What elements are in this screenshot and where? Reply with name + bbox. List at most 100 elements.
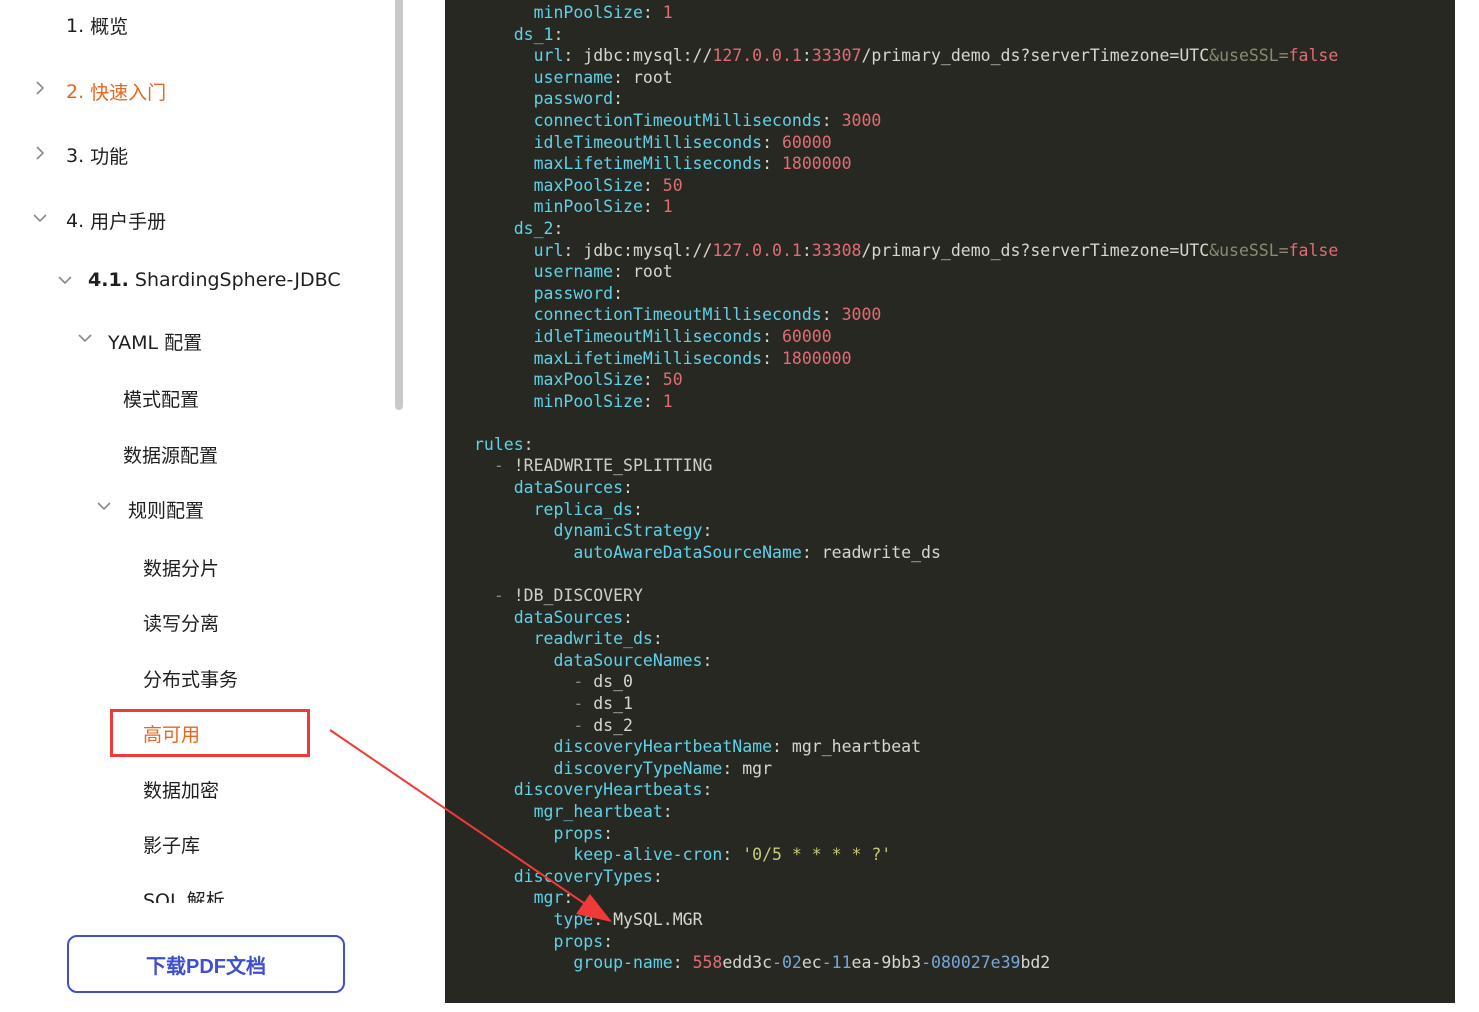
code-token: mgr: [533, 888, 564, 908]
sidebar-item-overview[interactable]: 1. 概览: [66, 12, 128, 39]
sidebar-item-yaml-config[interactable]: YAML 配置: [108, 328, 202, 355]
code-token: dataSources: [513, 607, 624, 627]
sidebar-item-label: YAML 配置: [108, 332, 203, 354]
code-line: password:: [474, 283, 1338, 305]
sidebar-item-user-manual[interactable]: 4. 用户手册: [66, 207, 166, 234]
code-line: minPoolSize: 1: [474, 2, 1338, 24]
code-line: minPoolSize: 1: [474, 196, 1338, 218]
sidebar-item-features[interactable]: 3. 功能: [66, 142, 128, 169]
sidebar-item-shardingsphere-jdbc[interactable]: 4.1. ShardingSphere-JDBC: [88, 269, 341, 291]
sidebar-item-number: 4.: [66, 209, 85, 232]
sidebar-item-shadow-db[interactable]: 影子库: [143, 831, 200, 858]
code-token: discoveryTypes: [513, 866, 653, 886]
code-token: ds_1: [593, 694, 633, 713]
code-line: minPoolSize: 1: [474, 391, 1338, 413]
chevron-right-icon[interactable]: [32, 80, 48, 96]
code-token: !READWRITE_SPLITTING: [513, 456, 713, 476]
code-line: type: MySQL.MGR: [474, 909, 1338, 931]
code-token: :: [722, 845, 743, 865]
code-line: - ds_0: [474, 671, 1338, 693]
sidebar-item-label: 影子库: [143, 835, 201, 857]
chevron-down-icon[interactable]: [32, 210, 48, 226]
code-token: :: [762, 154, 782, 174]
code-token: ds_1: [513, 24, 554, 44]
code-token: :: [652, 866, 663, 886]
code-token: connectionTimeoutMilliseconds: [533, 305, 822, 325]
code-token: :: [623, 478, 633, 498]
code-token: : jdbc:mysql://: [563, 46, 713, 66]
code-token: :: [632, 499, 643, 519]
code-token: :: [801, 240, 812, 260]
sidebar-item-number: 4.1.: [88, 269, 129, 291]
chevron-right-icon[interactable]: [32, 145, 48, 161]
code-token: maxLifetimeMilliseconds: [533, 348, 763, 368]
code-token: edd3c: [722, 953, 773, 973]
chevron-down-icon[interactable]: [96, 498, 112, 514]
code-line: autoAwareDataSourceName: readwrite_ds: [474, 542, 1338, 564]
sidebar-item-encryption[interactable]: 数据加密: [143, 776, 219, 803]
code-line: dynamicStrategy:: [474, 520, 1338, 542]
code-token: :: [702, 521, 713, 541]
code-token: :: [603, 823, 614, 843]
code-token: dataSourceNames: [553, 650, 703, 670]
code-token: password: [533, 283, 614, 303]
sidebar-item-distributed-transaction[interactable]: 分布式事务: [143, 665, 238, 692]
code-token: connectionTimeoutMilliseconds: [533, 110, 822, 130]
code-token: autoAwareDataSourceName: [573, 542, 802, 562]
sidebar-scrollbar[interactable]: [395, 0, 403, 410]
download-pdf-button[interactable]: 下载PDF文档: [67, 935, 345, 993]
code-line: maxLifetimeMilliseconds: 1800000: [474, 153, 1338, 175]
code-token: :: [702, 780, 713, 800]
code-token: :: [613, 89, 624, 109]
code-token: idleTimeoutMilliseconds: [533, 132, 763, 152]
code-token: ec: [801, 953, 822, 973]
sidebar-item-rules-config[interactable]: 规则配置: [128, 496, 204, 523]
code-line: - ds_2: [474, 715, 1338, 737]
code-token: -080027e39: [921, 953, 1021, 973]
sidebar-item-mode-config[interactable]: 模式配置: [123, 385, 199, 412]
code-token: ds_2: [513, 218, 554, 238]
code-token: 60000: [781, 326, 832, 346]
code-token: minPoolSize: [533, 197, 643, 217]
highlight-annotation-box: [110, 709, 310, 757]
code-line: dataSources:: [474, 477, 1338, 499]
sidebar-item-label: 数据源配置: [123, 445, 219, 467]
code-line: replica_ds:: [474, 499, 1338, 521]
code-token: 1800000: [781, 154, 852, 174]
code-line: connectionTimeoutMilliseconds: 3000: [474, 304, 1338, 326]
code-token: dataSources: [513, 478, 624, 498]
sidebar-item-readwrite-splitting[interactable]: 读写分离: [143, 609, 219, 636]
code-token: 127.0.0.1: [712, 240, 802, 260]
code-token: false: [1288, 46, 1339, 66]
code-token: bd2: [1020, 953, 1051, 973]
sidebar-item-quick-start[interactable]: 2. 快速入门: [66, 78, 166, 105]
sidebar-item-sharding[interactable]: 数据分片: [143, 554, 219, 581]
sidebar-item-label: 功能: [90, 146, 129, 168]
code-token: :: [642, 391, 663, 411]
code-token: 3000: [841, 305, 882, 325]
sidebar-item-datasource-config[interactable]: 数据源配置: [123, 441, 218, 468]
code-line: rules:: [474, 434, 1338, 456]
chevron-down-icon[interactable]: [57, 272, 73, 288]
code-token: :: [642, 370, 663, 390]
code-token: 33308: [811, 240, 862, 260]
sidebar-item-label: ShardingSphere-JDBC: [134, 269, 341, 291]
sidebar-item-high-availability[interactable]: 高可用: [143, 720, 200, 747]
code-token: /primary_demo_ds?serverTimezone=UTC: [861, 46, 1210, 66]
code-line: connectionTimeoutMilliseconds: 3000: [474, 110, 1338, 132]
code-token: username: [533, 67, 614, 87]
chevron-down-icon[interactable]: [77, 330, 93, 346]
